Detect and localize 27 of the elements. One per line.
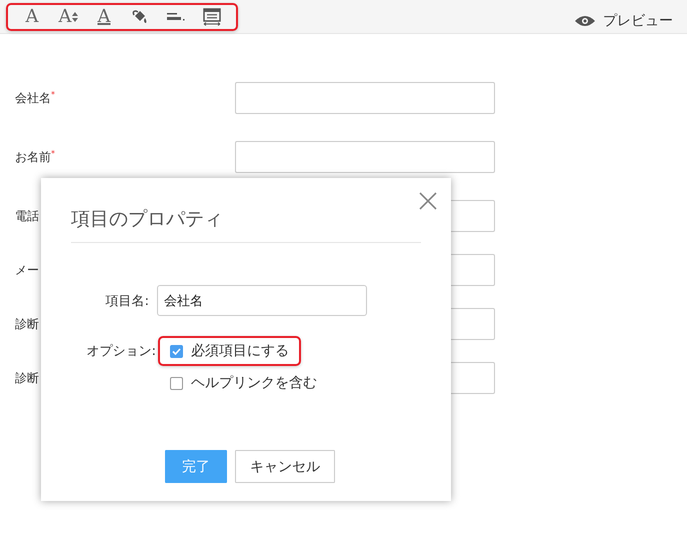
- field-label: メー: [15, 262, 39, 276]
- cancel-button[interactable]: キャンセル: [235, 450, 335, 483]
- field-label: 診断: [15, 370, 39, 384]
- field-label: 診断: [15, 316, 39, 330]
- input-field[interactable]: [235, 141, 495, 173]
- input-field[interactable]: 会社名: [157, 285, 367, 316]
- checkbox[interactable]: [170, 376, 183, 390]
- preview-button[interactable]: プレビュー: [575, 12, 673, 30]
- checkbox[interactable]: [170, 344, 183, 358]
- eye-icon: [575, 14, 595, 26]
- close-icon[interactable]: [417, 190, 439, 212]
- font-button[interactable]: A: [14, 4, 50, 28]
- required-mark: *: [51, 90, 55, 98]
- font-color-button[interactable]: A: [86, 4, 122, 28]
- input-field[interactable]: [235, 82, 495, 114]
- dialog-title: 項目のプロパティ: [71, 206, 421, 243]
- options-label: オプション:: [86, 343, 157, 361]
- font-size-button[interactable]: A: [50, 4, 86, 28]
- field-label: 電話: [15, 208, 39, 222]
- required-mark: *: [51, 148, 55, 158]
- option-label[interactable]: ヘルプリンクを含む: [191, 374, 317, 392]
- field-label: 会社名: [15, 90, 51, 104]
- field-label: お名前: [15, 150, 51, 164]
- check-icon: [172, 348, 181, 354]
- field-label: 項目名:: [104, 292, 150, 310]
- option-label[interactable]: 必須項目にする: [191, 342, 289, 360]
- sort-arrows-icon: [72, 12, 78, 22]
